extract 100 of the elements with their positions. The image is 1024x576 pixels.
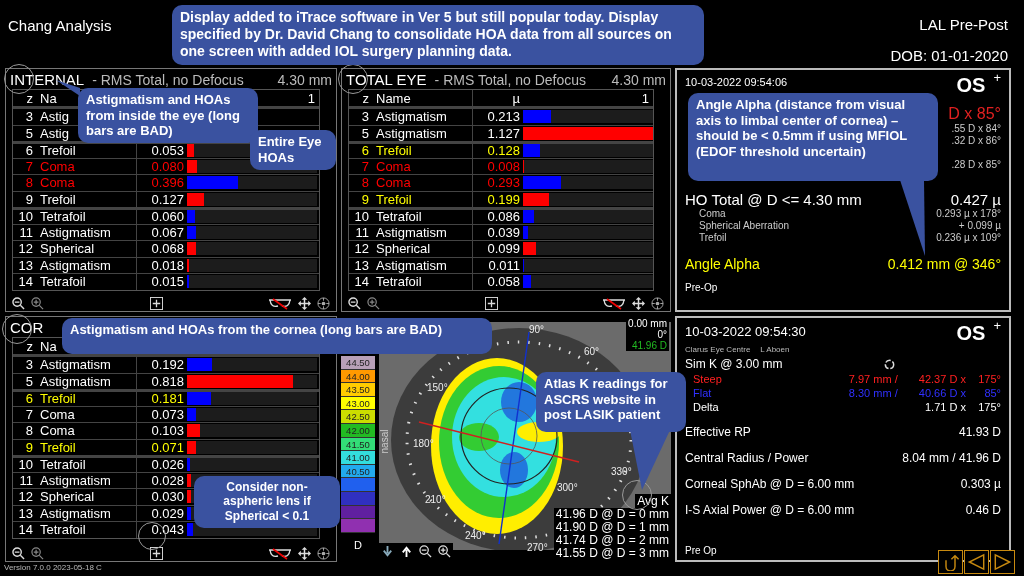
exam-status: Pre Op [685,545,717,556]
corner-mark: + [993,318,1001,333]
cursor-reading: 41.96 D [631,340,667,351]
term-name: Spherical [40,241,95,257]
angle-label: 240° [465,530,486,541]
axis-value: 175° [978,373,1001,385]
rms-value: 0.293 [487,175,520,191]
zernike-order: 6 [360,143,370,159]
refraction-value: .32 D x 86° [951,135,1001,147]
down-arrow-icon[interactable] [381,545,394,558]
callout: Astigmatism and HOAs from inside the eye (long bars are BAD) [78,88,258,143]
zernike-order: 13 [17,505,34,521]
panel-subtitle: - RMS Total, no Defocus [92,72,244,88]
measure-label: Corneal SphAb @ D = 6.00 mm [685,477,855,491]
column-header: Name [376,90,411,106]
term-name: Astigmatism [40,373,111,389]
sim-k-label: Delta [693,401,719,413]
pupil-diameter: 4.30 mm [611,72,666,88]
scale-swatch: 43.50 [341,383,375,397]
scale-unit: D [353,538,363,551]
move-icon[interactable] [298,547,311,560]
zernike-order: 12 [353,241,370,257]
term-name: Astigmatism [40,505,111,521]
return-button[interactable] [938,550,963,574]
term-name: Astigmatism [40,357,111,373]
term-name: Coma [40,423,75,439]
pupil-diameter: 4.30 mm [277,72,332,88]
rms-value: 0.018 [151,257,184,273]
zernike-order: 9 [24,191,34,207]
add-icon[interactable] [149,297,163,310]
rms-value: 0.029 [151,505,184,521]
zernike-order: 8 [24,423,34,439]
zernike-order: 12 [17,241,34,257]
move-icon[interactable] [298,297,311,310]
previous-button[interactable] [964,550,989,574]
move-icon[interactable] [632,297,645,310]
glasses-icon[interactable] [602,297,626,310]
term-name: Trefoil [40,391,76,407]
term-name: Coma [376,158,411,174]
aberration-label: Coma [699,208,726,220]
zoom-in-icon[interactable] [438,545,451,558]
target-icon[interactable] [317,547,330,560]
callout-pointer [630,430,670,490]
column-header: z [25,338,34,354]
zoom-out-icon[interactable] [348,297,361,310]
date-of-birth: DOB: 01-01-2020 [890,47,1008,64]
axis-value: 85° [984,387,1001,399]
rms-value: 0.011 [488,257,520,273]
zoom-out-icon[interactable] [12,297,25,310]
target-icon[interactable] [651,297,664,310]
rms-value: 0.028 [151,472,184,488]
display-title: LAL Pre-Post [919,16,1008,33]
term-name: Spherical [40,489,95,505]
panel-title: TOTAL EYE [346,71,427,88]
exam-timestamp: 10-03-2022 09:54:30 [685,324,806,339]
avg-k-reading: 41.74 D @ D = 2 mm [553,534,671,547]
zernike-order: 7 [24,158,34,174]
ho-total-label: HO Total @ D <= 4.30 mm [685,191,862,208]
measure-label: I-S Axial Power @ D = 6.00 mm [685,503,855,517]
rms-value: 0.039 [487,224,520,240]
refresh-icon[interactable] [882,357,896,371]
zoom-out-icon[interactable] [419,545,432,558]
rms-value: 0.067 [151,224,184,240]
sim-k-title: Sim K @ 3.00 mm [685,357,783,371]
refraction-value: .28 D x 85° [951,159,1001,171]
zernike-order: 12 [17,489,34,505]
panel-subtitle: - RMS Total, no Defocus [434,72,587,88]
glasses-icon[interactable] [268,547,292,560]
zernike-order: 13 [353,257,370,273]
aberration-value: + 0.099 µ [958,220,1001,232]
next-button[interactable] [990,550,1015,574]
column-header: z [25,90,34,106]
measure-value: 0.303 µ [960,477,1001,491]
avg-k-reading: 41.96 D @ D = 0 mm [553,508,671,521]
angle-label: 300° [557,482,578,493]
term-name: Astig [40,109,69,125]
angle-label: 90° [529,324,545,335]
app-title: Chang Analysis [8,17,112,34]
avg-k-reading: 41.90 D @ D = 1 mm [553,521,671,534]
target-icon[interactable] [317,297,330,310]
scale-swatch: 44.50 [341,356,375,370]
radius-value: 7.97 mm / [848,373,898,385]
term-name: Coma [40,175,75,191]
term-name: Coma [40,406,75,422]
sim-k-label: Steep [693,373,722,385]
rms-value: 0.030 [151,489,184,505]
zoom-out-icon[interactable] [12,547,25,560]
operator-name: L Aboen [760,345,790,354]
zernike-order: 13 [17,257,34,273]
zernike-order: 6 [24,391,34,407]
term-name: Tetrafoil [40,209,86,225]
callout: Angle Alpha (distance from visual axis to limbal center of cornea) – should be < 0.5mm if using MFIOL (EDOF threshold uncertain) [688,93,938,181]
up-arrow-icon[interactable] [400,545,413,558]
term-name: Tetrafoil [40,522,86,538]
angle-alpha-value: 0.412 mm @ 346° [887,256,1001,272]
term-name: Tetrafoil [376,209,422,225]
add-icon[interactable] [149,547,163,560]
zernike-order: 11 [18,224,34,240]
add-icon[interactable] [484,297,498,310]
glasses-icon[interactable] [268,297,292,310]
